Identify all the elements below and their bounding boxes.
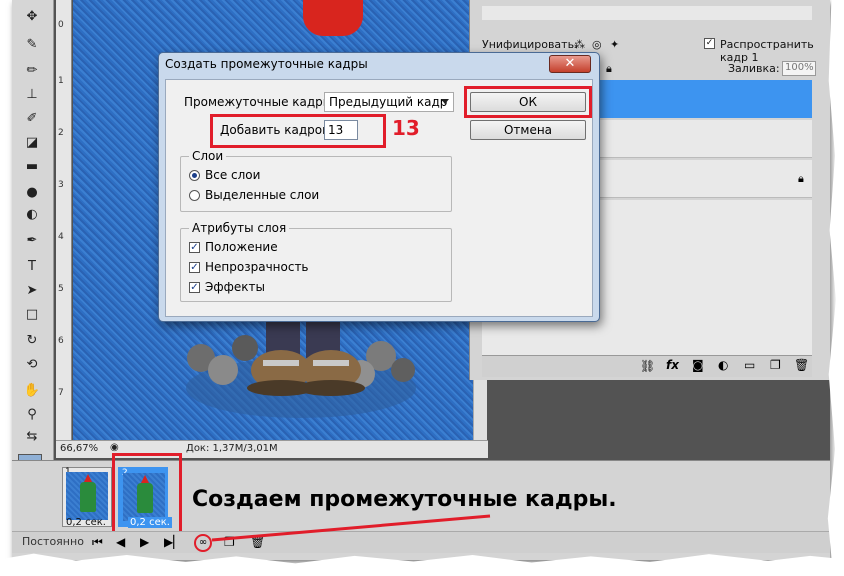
position-label: Положение [205,240,278,254]
lock-all-icon[interactable]: 🔒︎ [606,62,612,76]
layer-params-group: Атрибуты слоя ✓ Положение ✓ Непрозрачнос… [180,221,452,302]
unify-position-icon[interactable]: ⁂ [574,38,585,51]
ruler-number: 6 [58,336,64,346]
unify-label: Унифицировать: [482,38,578,51]
delete-layer-icon[interactable]: 🗑︎ [794,358,809,372]
burn-tool-icon[interactable]: ◐ [21,206,43,224]
effects-label: Эффекты [205,280,265,294]
status-info-icon[interactable]: ◉ [110,442,119,453]
ruler-number: 0 [58,20,64,30]
vertical-ruler: 0 1 2 3 4 5 6 7 [56,0,72,440]
tween-dialog: Создать промежуточные кадры ✕ Промежуточ… [158,52,600,322]
fill-input[interactable]: 100% [782,61,816,76]
swap-colors-icon[interactable]: ⇆ [21,428,43,446]
tween-with-label: Промежуточные кадры: [184,95,337,109]
gnome-boots-image [186,318,416,418]
zoom-level[interactable]: 66,67% [60,443,98,454]
animation-panel: 1 0,2 сек. 2 0,2 сек. Создаем промежуточ… [12,453,830,560]
layers-group-title: Слои [189,149,227,163]
all-layers-radio[interactable] [189,170,200,181]
hand-tool-icon[interactable]: ✋ [21,382,43,400]
tween-with-select[interactable]: Предыдущий кадр [324,92,454,112]
doc-size: Док: 1,37M/3,01M [186,443,278,454]
chevron-down-icon [441,99,449,104]
fill-label: Заливка: [728,62,780,75]
next-frame-icon[interactable]: ▶▏ [164,535,182,549]
animation-toolbar: Постоянно ⏮ ◀ ▶ ▶▏ ∞ ❐ 🗑︎ [12,531,830,553]
ruler-number: 5 [58,284,64,294]
new-layer-icon[interactable]: ❐ [770,358,781,372]
frame-thumbnail [66,472,108,520]
move-tool-icon[interactable]: ✥ [21,8,43,26]
add-mask-icon[interactable]: ◙ [692,358,704,372]
tween-with-value: Предыдущий кадр [329,95,448,109]
first-frame-icon[interactable]: ⏮ [92,535,103,550]
selected-layers-radio[interactable] [189,190,200,201]
position-checkbox[interactable]: ✓ [189,242,200,253]
dodge-tool-icon[interactable]: ● [21,184,43,202]
params-group-title: Атрибуты слоя [189,221,290,235]
pen-tool-icon[interactable]: ✒ [21,232,43,250]
photoshop-window: ✥ ✎ ✏ ⊥ ✐ ◪ ▬ ● ◐ ✒ T ➤ □ ↻ ⟲ ✋ ⚲ ⇆ 0 1 … [12,0,830,560]
selected-layers-label: Выделенные слои [205,188,320,202]
all-layers-label: Все слои [205,168,261,182]
play-icon[interactable]: ▶ [140,535,149,549]
tween-icon[interactable]: ∞ [194,534,212,552]
layer-lock-icon: 🔒︎ [798,172,804,185]
frame-delay[interactable]: 0,2 сек. [66,517,106,528]
blend-mode-row [482,6,812,20]
new-group-icon[interactable]: ▭ [744,358,755,372]
ruler-number: 4 [58,232,64,242]
adjustment-layer-icon[interactable]: ◐ [718,358,728,372]
cancel-button[interactable]: Отмена [470,120,586,140]
layers-bottom-toolbar: ⛓ fx ◙ ◐ ▭ ❐ 🗑︎ [482,355,812,377]
highlight-ok-box [464,86,592,118]
history-brush-icon[interactable]: ✐ [21,110,43,128]
close-x-icon[interactable]: ✕ [549,55,591,73]
gnome-hat [303,0,363,36]
zoom-tool-icon[interactable]: ⚲ [21,406,43,424]
tools-panel: ✥ ✎ ✏ ⊥ ✐ ◪ ▬ ● ◐ ✒ T ➤ □ ↻ ⟲ ✋ ⚲ ⇆ [12,0,54,460]
ruler-number: 1 [58,76,64,86]
delete-frame-icon[interactable]: 🗑︎ [250,535,265,549]
opacity-checkbox[interactable]: ✓ [189,262,200,273]
effects-checkbox[interactable]: ✓ [189,282,200,293]
ruler-number: 3 [58,180,64,190]
eraser-tool-icon[interactable]: ◪ [21,134,43,152]
propagate-checkbox[interactable]: ✓ [704,38,715,49]
layers-group: Слои Все слои Выделенные слои [180,149,452,212]
brush-tool-icon[interactable]: ✎ [21,36,43,54]
path-select-icon[interactable]: ➤ [21,282,43,300]
annotation-number: 13 [392,116,420,140]
gradient-tool-icon[interactable]: ▬ [21,158,43,176]
ruler-number: 2 [58,128,64,138]
highlight-frame-box [112,453,182,535]
unify-visibility-icon[interactable]: ◎ [592,38,602,51]
dialog-title: Создать промежуточные кадры [165,57,368,71]
type-tool-icon[interactable]: T [21,258,43,276]
duplicate-frame-icon[interactable]: ❐ [224,535,235,549]
dialog-body: Промежуточные кадры: Предыдущий кадр Доб… [165,79,593,317]
link-layers-icon[interactable]: ⛓ [640,359,655,373]
unify-row: Унифицировать: ⁂ ◎ ✦ ✓ Распространить ка… [482,38,830,64]
prev-frame-icon[interactable]: ◀ [116,535,125,549]
3d-orbit-icon[interactable]: ⟲ [21,356,43,374]
pencil-tool-icon[interactable]: ✏ [21,62,43,80]
3d-rotate-icon[interactable]: ↻ [21,332,43,350]
stamp-tool-icon[interactable]: ⊥ [21,86,43,104]
fx-icon[interactable]: fx [666,358,679,372]
highlight-frames-box [210,114,386,148]
unify-style-icon[interactable]: ✦ [610,38,619,51]
ruler-number: 7 [58,388,64,398]
annotation-caption: Создаем промежуточные кадры. [192,487,617,512]
shape-tool-icon[interactable]: □ [21,306,43,324]
opacity-label: Непрозрачность [205,260,309,274]
loop-select[interactable]: Постоянно [22,535,84,548]
